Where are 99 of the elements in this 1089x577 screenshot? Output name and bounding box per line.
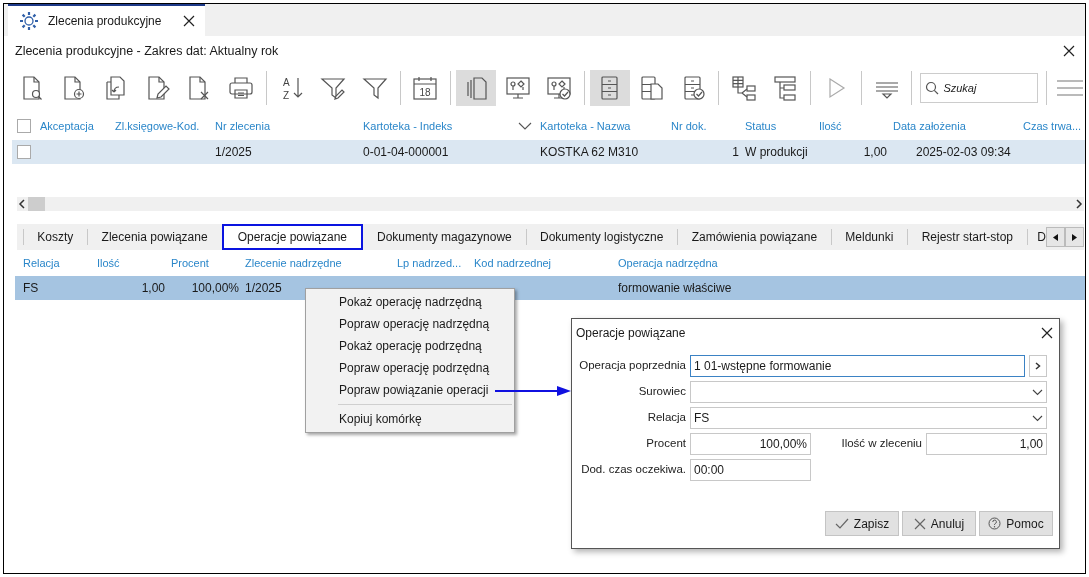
menu-icon (1057, 79, 1084, 97)
column-header[interactable]: Ilość (819, 117, 842, 135)
menu-item[interactable]: Popraw operację nadrzędną (306, 313, 514, 335)
right-triangle-icon (1072, 233, 1077, 241)
field-label: Procent (645, 436, 687, 452)
dialog-title: Operacje powiązane (576, 324, 687, 342)
input-field[interactable]: 100,00% (690, 433, 811, 455)
column-header[interactable]: Czas trwa... (1023, 117, 1082, 135)
column-header[interactable]: Kod nadrzednej (474, 256, 552, 269)
input-field[interactable]: 1,00 (926, 433, 1047, 455)
filter-edit-icon (320, 75, 347, 101)
field-label: Surowiec (637, 384, 687, 400)
toolbar-button[interactable]: 18 (405, 70, 446, 106)
tab[interactable]: Koszty (23, 224, 88, 250)
menu-item[interactable]: Kopiuj komórkę (306, 408, 514, 430)
column-header[interactable]: Kartoteka - Indeks (363, 117, 453, 135)
dialog-button[interactable]: Zapisz (825, 511, 899, 536)
lookup-button[interactable] (1029, 355, 1047, 377)
left-triangle-icon (1053, 233, 1058, 241)
dropdown-caret-icon (1032, 388, 1043, 396)
column-header[interactable]: Ilość (97, 256, 120, 269)
column-header[interactable]: Akceptacja (40, 117, 94, 135)
dialog-button[interactable]: Anuluj (902, 511, 976, 536)
table-cell: FS (23, 281, 39, 295)
table-cell: 1,00 (863, 145, 887, 159)
document-tab[interactable]: Zlecenia produkcyjne (8, 4, 205, 36)
column-header[interactable]: Operacja nadrzędna (618, 256, 718, 269)
printer-icon (227, 75, 254, 101)
column-header[interactable]: Kartoteka - Nazwa (540, 117, 631, 135)
hierarchy-icon (730, 75, 757, 101)
column-header[interactable]: Zlecenie nadrzędne (245, 256, 342, 269)
checkmark-icon (834, 517, 849, 530)
table-cell: KOSTKA 62 M310 (540, 145, 639, 159)
toolbar-button[interactable] (590, 70, 630, 106)
scroll-left-icon[interactable] (17, 197, 28, 211)
tab[interactable]: Dokumenty logistyczne (526, 224, 678, 250)
tab[interactable]: D (1027, 224, 1046, 250)
menu-item[interactable]: Popraw powiązanie operacji (306, 379, 514, 401)
tab[interactable]: Zamówienia powiązane (677, 224, 832, 250)
column-header[interactable]: Nr zlecenia (215, 117, 271, 135)
table-cell: 0-01-04-000001 (363, 145, 449, 159)
tab[interactable]: Zlecenia powiązane (87, 224, 222, 250)
tab-scroll-right-button[interactable] (1065, 227, 1084, 247)
window-title: Zlecenia produkcyjne - Zakres dat: Aktualny rok (15, 42, 280, 60)
dialog-button[interactable]: Pomoc (979, 511, 1053, 536)
cabinet-document-icon (638, 75, 665, 101)
field-label: Relacja (646, 410, 687, 426)
input-field[interactable]: 1 01-wstępne formowanie (690, 355, 1025, 377)
close-icon[interactable] (1063, 45, 1075, 57)
field-label: Operacja poprzednia (578, 358, 687, 374)
close-icon[interactable] (1041, 326, 1053, 339)
filter-icon (361, 75, 388, 101)
tab[interactable]: Dokumenty magazynowe (363, 224, 526, 250)
scrollbar-thumb[interactable] (28, 197, 45, 211)
tab[interactable]: Operacje powiązane (221, 224, 364, 250)
dropdown-field[interactable] (690, 381, 1047, 403)
menu-item[interactable]: Popraw operację podrzędną (306, 357, 514, 379)
field-label: Dod. czas oczekiwa. (580, 462, 687, 478)
search-icon (925, 81, 940, 95)
cross-icon (913, 517, 926, 530)
tab-scroll-left-button[interactable] (1046, 227, 1065, 247)
checkbox[interactable] (17, 119, 31, 133)
monitor-check-icon (546, 75, 573, 101)
close-icon[interactable] (183, 15, 195, 27)
search-field[interactable]: Szukaj (943, 79, 1034, 97)
table-row[interactable]: 1/2025 0-01-04-000001 KOSTKA 62 M310 1 W produkcji 1,00 2025-02-03 09:34 (12, 140, 1085, 164)
search-box[interactable]: Szukaj (920, 73, 1039, 103)
column-header[interactable]: Data założenia (893, 117, 966, 135)
table-cell: 100,00% (191, 281, 239, 295)
dropdown-caret-icon (1032, 414, 1043, 422)
menu-item[interactable]: Pokaż operację podrzędną (306, 335, 514, 357)
tab-title: Zlecenia produkcyjne (48, 13, 163, 30)
chevron-right-icon (1035, 362, 1041, 370)
column-header[interactable]: Nr dok. (671, 117, 707, 135)
checkbox[interactable] (17, 145, 31, 159)
table-cell: 1,00 (141, 281, 165, 295)
toolbar-button[interactable]: A Z (271, 70, 312, 106)
calendar-icon: 18 (412, 75, 439, 101)
dropdown-field[interactable]: FS (690, 407, 1047, 429)
table-cell: formowanie właściwe (618, 281, 732, 295)
table-cell: 2025-02-03 09:34 (916, 145, 1011, 159)
column-header[interactable]: Status (745, 117, 777, 135)
column-header[interactable]: Relacja (23, 256, 60, 269)
table-cell: W produkcji (745, 145, 808, 159)
table-cell: 1/2025 (215, 145, 252, 159)
column-header[interactable]: Zl.księgowe-Kod. (115, 117, 200, 135)
field-label: Ilość w zleceniu (840, 436, 923, 452)
column-header[interactable]: Lp nadrzed... (397, 256, 462, 269)
table-cell: 1 (732, 145, 739, 159)
tree-icon (772, 75, 799, 101)
tab[interactable]: Rejestr start-stop (907, 224, 1027, 250)
column-header[interactable]: Procent (171, 256, 209, 269)
sort-caret-icon[interactable] (518, 122, 532, 130)
input-field[interactable]: 00:00 (690, 459, 811, 481)
table-cell: 1/2025 (245, 281, 282, 295)
help-icon (988, 517, 1002, 530)
scroll-right-icon[interactable] (1073, 197, 1084, 211)
tab[interactable]: Meldunki (831, 224, 908, 250)
monitor-diagram-icon (504, 75, 531, 101)
